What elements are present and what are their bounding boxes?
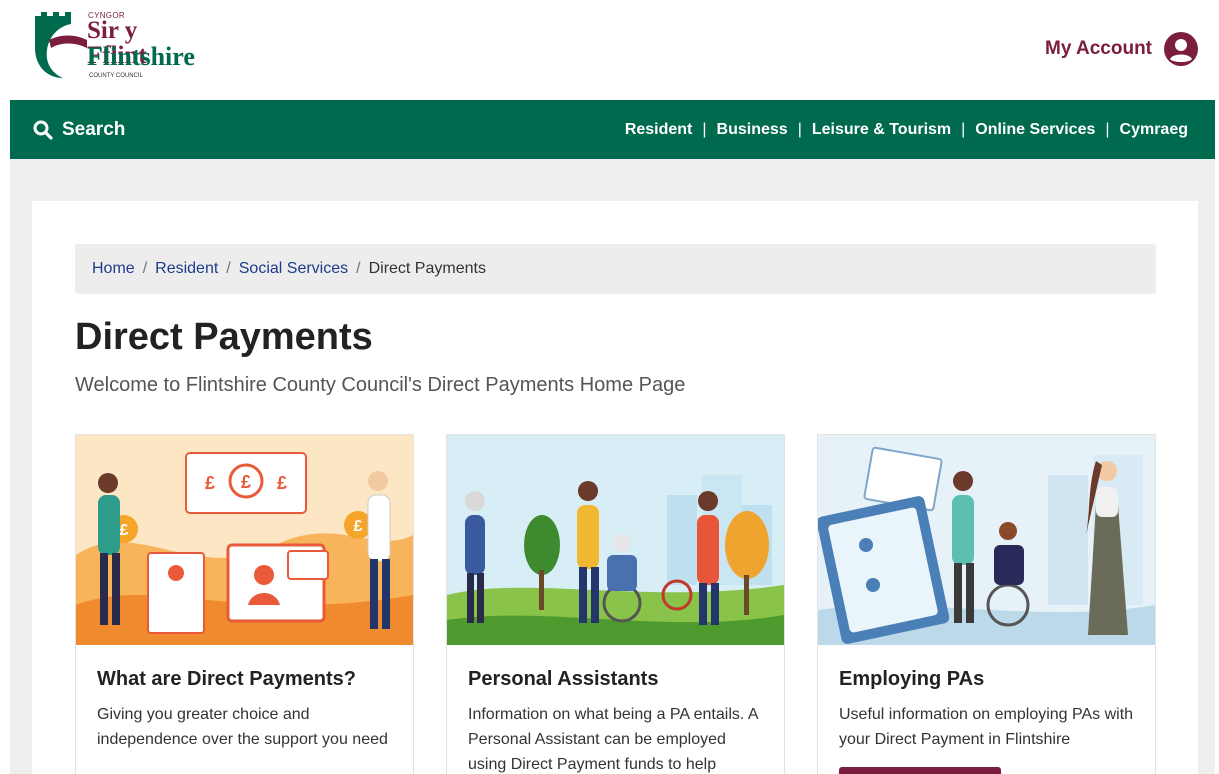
- council-logo[interactable]: CYNGOR Sir y Fflint Flintshire COUNTY CO…: [31, 10, 195, 82]
- nav-link-resident[interactable]: Resident: [625, 121, 693, 139]
- nav-link-online-services[interactable]: Online Services: [975, 121, 1095, 139]
- nav-separator: |: [1105, 121, 1110, 138]
- my-account-label: My Account: [1045, 38, 1152, 59]
- direct-payments-illustration: £ £ £ £ £: [76, 435, 413, 645]
- page-subtitle: Welcome to Flintshire County Council's D…: [75, 374, 686, 396]
- search-button[interactable]: Search: [33, 119, 125, 141]
- card-title: Employing PAs: [839, 668, 985, 690]
- logo-emblem-icon: [35, 12, 87, 78]
- nav-link-leisure-tourism[interactable]: Leisure & Tourism: [812, 121, 951, 139]
- breadcrumb-separator: /: [142, 260, 148, 277]
- card-action-button[interactable]: [839, 767, 1001, 774]
- site-header: CYNGOR Sir y Fflint Flintshire COUNTY CO…: [0, 0, 1219, 100]
- nav-links: Resident | Business | Leisure & Tourism …: [625, 121, 1188, 139]
- breadcrumb-resident[interactable]: Resident: [155, 260, 218, 278]
- card-what-are-direct-payments[interactable]: £ £ £ £ £ What are Direct Payments? Givi…: [75, 434, 414, 774]
- search-label: Search: [62, 119, 126, 140]
- card-employing-pas[interactable]: Employing PAs Useful information on empl…: [817, 434, 1156, 774]
- logo-english-name: Flintshire: [87, 42, 195, 71]
- card-text: Useful information on employing PAs with…: [839, 706, 1134, 748]
- main-navbar: Search Resident | Business | Leisure & T…: [10, 100, 1215, 159]
- user-circle-icon: [1164, 32, 1198, 66]
- card-text: Giving you greater choice and independen…: [97, 706, 388, 748]
- nav-separator: |: [961, 121, 966, 138]
- breadcrumb-home[interactable]: Home: [92, 260, 135, 278]
- breadcrumb-separator: /: [356, 260, 361, 277]
- svg-text:£: £: [120, 522, 129, 539]
- personal-assistants-illustration: [447, 435, 784, 645]
- card-title: Personal Assistants: [468, 668, 659, 690]
- nav-separator: |: [797, 121, 802, 138]
- nav-separator: |: [702, 121, 707, 138]
- svg-text:£: £: [277, 473, 287, 493]
- search-icon: [33, 120, 53, 140]
- nav-link-business[interactable]: Business: [717, 121, 788, 139]
- nav-link-cymraeg[interactable]: Cymraeg: [1120, 121, 1188, 139]
- my-account-link[interactable]: My Account: [1045, 32, 1198, 66]
- breadcrumb-current: Direct Payments: [368, 260, 486, 277]
- card-title: What are Direct Payments?: [97, 668, 356, 690]
- svg-text:£: £: [354, 518, 363, 535]
- logo-subtitle: COUNTY COUNCIL: [89, 73, 143, 79]
- svg-text:£: £: [241, 472, 251, 492]
- breadcrumb-social-services[interactable]: Social Services: [239, 260, 348, 278]
- breadcrumb: Home / Resident / Social Services / Dire…: [75, 244, 1156, 294]
- page-title: Direct Payments: [75, 316, 373, 358]
- svg-text:£: £: [205, 473, 215, 493]
- employing-pas-illustration: [818, 435, 1155, 645]
- card-personal-assistants[interactable]: Personal Assistants Information on what …: [446, 434, 785, 774]
- card-text: Information on what being a PA entails. …: [468, 706, 758, 773]
- breadcrumb-separator: /: [226, 260, 231, 277]
